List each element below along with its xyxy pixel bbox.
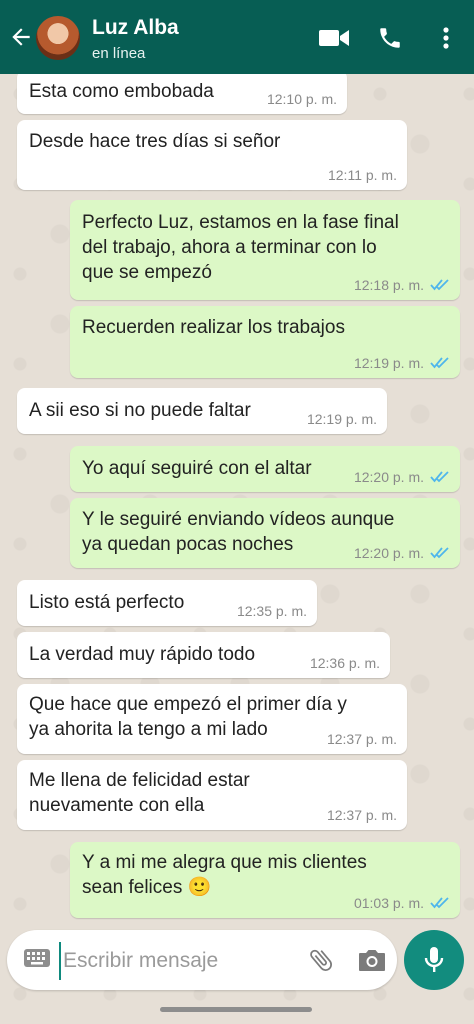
message-meta: 01:03 p. m. xyxy=(354,895,450,911)
message-bubble[interactable]: Yo aquí seguiré con el altar 12:20 p. m. xyxy=(70,446,460,492)
read-receipt-icon xyxy=(430,897,449,909)
message-text: Que hace que empezó el primer día y ya a… xyxy=(29,694,347,740)
message-bubble[interactable]: Perfecto Luz, estamos en la fase final d… xyxy=(70,200,460,300)
message-meta: 12:18 p. m. xyxy=(354,277,450,293)
message-text: La verdad muy rápido todo xyxy=(29,644,256,665)
message-meta: 12:19 p. m. xyxy=(307,411,377,427)
message-time: 12:37 p. m. xyxy=(326,731,397,747)
video-call-icon xyxy=(319,30,349,46)
message-bubble[interactable]: Me llena de felicidad estar nuevamente c… xyxy=(17,760,407,830)
message-bubble[interactable]: Recuerden realizar los trabajos 12:19 p.… xyxy=(70,306,460,378)
message-text: Listo está perfecto xyxy=(29,592,185,613)
message-input[interactable] xyxy=(59,942,285,980)
camera-icon[interactable] xyxy=(357,946,387,974)
message-time: 01:03 p. m. xyxy=(353,895,424,911)
message-bubble[interactable]: La verdad muy rápido todo 12:36 p. m. xyxy=(17,632,390,678)
message-bubble[interactable]: Listo está perfecto 12:35 p. m. xyxy=(17,580,317,626)
voice-call-button[interactable] xyxy=(374,22,406,54)
message-text: Desde hace tres días si señor xyxy=(29,131,281,152)
message-time: 12:36 p. m. xyxy=(309,655,380,671)
message-time: 12:20 p. m. xyxy=(353,545,424,561)
message-meta: 12:37 p. m. xyxy=(327,807,397,823)
message-time: 12:37 p. m. xyxy=(326,807,397,823)
more-options-icon xyxy=(443,27,449,49)
more-options-button[interactable] xyxy=(430,22,462,54)
message-meta: 12:35 p. m. xyxy=(237,603,307,619)
message-text: Me llena de felicidad estar nuevamente c… xyxy=(29,770,250,816)
read-receipt-icon xyxy=(430,547,449,559)
message-meta: 12:37 p. m. xyxy=(327,731,397,747)
back-arrow-icon[interactable] xyxy=(8,24,34,50)
attach-icon[interactable] xyxy=(307,946,335,974)
keyboard-icon[interactable] xyxy=(23,948,51,968)
message-time: 12:18 p. m. xyxy=(353,277,424,293)
message-text: A sii eso si no puede faltar xyxy=(29,400,251,421)
message-bubble[interactable]: Y a mi me alegra que mis clientes sean f… xyxy=(70,842,460,918)
phone-icon xyxy=(380,28,400,48)
voice-message-button[interactable] xyxy=(404,930,464,990)
message-time: 12:19 p. m. xyxy=(306,411,377,427)
contact-avatar[interactable] xyxy=(36,16,80,60)
message-time: 12:11 p. m. xyxy=(327,167,397,183)
message-time: 12:20 p. m. xyxy=(353,469,424,485)
message-text: Y a mi me alegra que mis clientes sean f… xyxy=(82,852,367,898)
read-receipt-icon xyxy=(430,357,449,369)
contact-status: en línea xyxy=(92,45,146,62)
message-text: Yo aquí seguiré con el altar xyxy=(82,458,312,479)
message-meta: 12:20 p. m. xyxy=(354,545,450,561)
message-meta: 12:36 p. m. xyxy=(310,655,380,671)
read-receipt-icon xyxy=(430,279,449,291)
message-text: Y le seguiré enviando vídeos aunque ya q… xyxy=(82,509,395,555)
read-receipt-icon xyxy=(430,471,449,483)
message-meta: 12:11 p. m. xyxy=(328,167,397,183)
message-bubble[interactable]: Esta como embobada 12:10 p. m. xyxy=(17,70,347,114)
message-text: Perfecto Luz, estamos en la fase final d… xyxy=(82,212,399,283)
message-time: 12:19 p. m. xyxy=(353,355,424,371)
message-meta: 12:19 p. m. xyxy=(354,355,450,371)
message-text: Esta como embobada xyxy=(29,81,214,102)
message-time: 12:35 p. m. xyxy=(236,603,307,619)
message-meta: 12:20 p. m. xyxy=(354,469,450,485)
message-bubble[interactable]: Desde hace tres días si señor 12:11 p. m… xyxy=(17,120,407,190)
message-text: Recuerden realizar los trabajos xyxy=(82,317,345,338)
home-indicator[interactable] xyxy=(160,1007,312,1012)
message-bubble[interactable]: Y le seguiré enviando vídeos aunque ya q… xyxy=(70,498,460,568)
contact-name[interactable]: Luz Alba xyxy=(92,16,179,40)
message-composer xyxy=(7,930,397,990)
message-meta: 12:10 p. m. xyxy=(267,91,337,107)
message-bubble[interactable]: A sii eso si no puede faltar 12:19 p. m. xyxy=(17,388,387,434)
video-call-button[interactable] xyxy=(318,22,350,54)
message-time: 12:10 p. m. xyxy=(266,91,337,107)
chat-header: Luz Alba en línea xyxy=(0,0,474,74)
microphone-icon xyxy=(424,947,444,972)
message-bubble[interactable]: Que hace que empezó el primer día y ya a… xyxy=(17,684,407,754)
